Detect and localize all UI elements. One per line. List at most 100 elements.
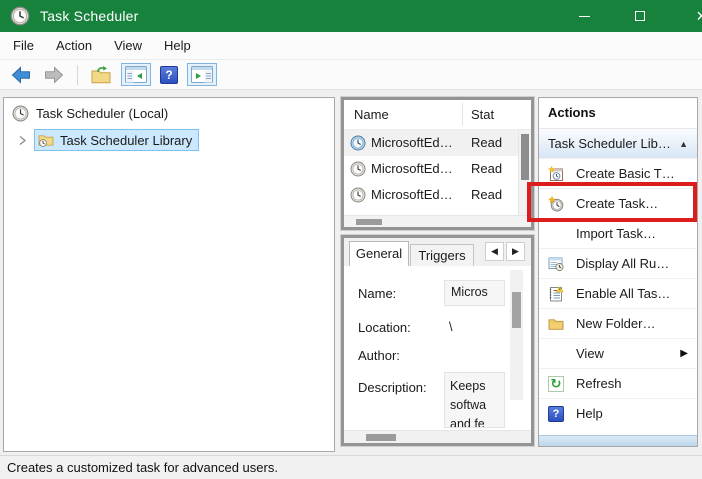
help-icon: ? xyxy=(160,65,178,84)
column-header-status[interactable]: Stat xyxy=(471,107,494,122)
author-field-label: Author: xyxy=(358,348,400,363)
action-new-folder[interactable]: New Folder… xyxy=(539,308,697,338)
task-status: Read xyxy=(471,135,503,150)
minimize-icon xyxy=(579,15,590,17)
tab-triggers[interactable]: Triggers xyxy=(410,244,474,266)
action-refresh[interactable]: ↻ Refresh xyxy=(539,368,697,398)
tree-root-label: Task Scheduler (Local) xyxy=(36,106,169,121)
menu-file[interactable]: File xyxy=(2,38,45,53)
name-field-value: Micros xyxy=(444,280,505,306)
actions-panel: Actions Task Scheduler Lib… ▲ Create Bas… xyxy=(538,97,698,447)
task-status: Read xyxy=(471,161,503,176)
display-all-running-icon xyxy=(547,256,565,272)
task-scheduler-window: Task Scheduler × File Action View Help ?… xyxy=(0,0,702,479)
location-field-value: \ xyxy=(449,320,453,334)
toolbar-separator xyxy=(77,64,78,85)
help-icon: ? xyxy=(547,405,565,422)
column-header-name[interactable]: Name xyxy=(354,107,389,122)
task-name: MicrosoftEd… xyxy=(371,187,453,202)
minimize-button[interactable] xyxy=(562,0,607,32)
scrollbar-thumb[interactable] xyxy=(356,219,382,225)
forward-arrow-icon xyxy=(45,65,64,84)
task-status: Read xyxy=(471,187,503,202)
task-scheduler-clock-icon xyxy=(10,6,30,26)
clock-icon xyxy=(12,105,29,122)
action-item-label: View xyxy=(576,346,604,361)
preview-horizontal-scrollbar[interactable] xyxy=(344,430,531,443)
annotation-highlight-create-task xyxy=(527,182,697,222)
table-row[interactable]: MicrosoftEd… Read xyxy=(344,156,531,182)
maximize-button[interactable] xyxy=(617,0,662,32)
close-icon: × xyxy=(696,6,702,26)
menu-action[interactable]: Action xyxy=(45,38,103,53)
back-button[interactable] xyxy=(8,63,34,87)
console-tree-panel: Task Scheduler (Local) Task Scheduler Li… xyxy=(3,97,335,452)
action-item-label: New Folder… xyxy=(576,316,656,331)
export-folder-icon xyxy=(91,65,111,83)
actions-section-label: Task Scheduler Lib… xyxy=(548,136,671,151)
menubar: File Action View Help xyxy=(0,32,702,60)
preview-tabstrip: General Triggers ◀ ▶ xyxy=(344,238,531,266)
status-text: Creates a customized task for advanced u… xyxy=(7,460,278,475)
tab-scroll-right-button[interactable]: ▶ xyxy=(506,242,525,261)
tree-library-label: Task Scheduler Library xyxy=(60,132,193,148)
enable-all-tasks-icon xyxy=(547,285,565,302)
console-tree-icon xyxy=(125,66,147,83)
toolbar: ? xyxy=(0,60,702,90)
task-clock-icon xyxy=(350,135,366,151)
action-item-label: Help xyxy=(576,406,603,421)
column-divider[interactable] xyxy=(462,103,463,126)
table-row[interactable]: MicrosoftEd… Read xyxy=(344,182,531,208)
action-display-all-running[interactable]: Display All Ru… xyxy=(539,248,697,278)
action-help[interactable]: ? Help xyxy=(539,398,697,428)
export-list-button[interactable] xyxy=(88,64,114,86)
description-field-label: Description: xyxy=(358,380,427,395)
window-title: Task Scheduler xyxy=(40,8,139,24)
scrollbar-thumb[interactable] xyxy=(521,134,529,180)
task-name: MicrosoftEd… xyxy=(371,161,453,176)
actions-panel-title: Actions xyxy=(548,105,596,120)
menu-help[interactable]: Help xyxy=(153,38,202,53)
create-basic-task-icon xyxy=(547,165,565,182)
scrollbar-thumb[interactable] xyxy=(512,292,521,328)
table-row[interactable]: MicrosoftEd… Read xyxy=(344,130,531,156)
task-list-header: Name Stat xyxy=(344,100,531,130)
statusbar: Creates a customized task for advanced u… xyxy=(0,455,702,479)
show-action-pane-button[interactable] xyxy=(187,63,217,86)
toolbar-help-button[interactable]: ? xyxy=(158,65,180,85)
new-folder-icon xyxy=(547,316,565,332)
menu-view[interactable]: View xyxy=(103,38,153,53)
refresh-icon: ↻ xyxy=(547,375,565,392)
name-field-label: Name: xyxy=(358,286,397,301)
forward-button[interactable] xyxy=(41,63,67,87)
action-enable-all-tasks[interactable]: Enable All Tas… xyxy=(539,278,697,308)
action-import-task[interactable]: Import Task… xyxy=(539,218,697,248)
tab-scroll-left-button[interactable]: ◀ xyxy=(485,242,504,261)
task-list-horizontal-scrollbar[interactable] xyxy=(344,215,531,227)
action-item-label: Import Task… xyxy=(576,226,656,241)
action-view[interactable]: View ▶ xyxy=(539,338,697,368)
action-item-label: Enable All Tas… xyxy=(576,286,671,301)
task-clock-icon xyxy=(350,187,366,203)
task-name: MicrosoftEd… xyxy=(371,135,453,150)
close-button[interactable]: × xyxy=(679,0,702,32)
preview-vertical-scrollbar[interactable] xyxy=(510,270,523,400)
actions-section-header[interactable]: Task Scheduler Lib… ▲ xyxy=(539,128,697,158)
back-arrow-icon xyxy=(11,65,30,84)
task-preview-panel: General Triggers ◀ ▶ Name: Micros Locati… xyxy=(340,234,535,447)
action-item-label: Create Basic T… xyxy=(576,166,675,181)
titlebar: Task Scheduler × xyxy=(0,0,702,32)
maximize-icon xyxy=(634,11,645,21)
collapse-arrow-icon[interactable]: ▲ xyxy=(679,139,688,149)
tab-general[interactable]: General xyxy=(349,241,409,266)
tree-item-task-scheduler-local[interactable]: Task Scheduler (Local) xyxy=(12,105,168,122)
action-pane-icon xyxy=(191,66,213,83)
expand-chevron-icon[interactable] xyxy=(18,135,27,146)
library-folder-icon xyxy=(38,135,54,147)
actions-collapsed-section-bar[interactable] xyxy=(539,435,697,446)
main-area: Task Scheduler (Local) Task Scheduler Li… xyxy=(0,90,702,455)
show-console-tree-button[interactable] xyxy=(121,63,151,86)
scrollbar-thumb[interactable] xyxy=(366,434,396,441)
tree-item-task-scheduler-library[interactable]: Task Scheduler Library xyxy=(34,129,200,151)
action-item-label: Display All Ru… xyxy=(576,256,670,271)
